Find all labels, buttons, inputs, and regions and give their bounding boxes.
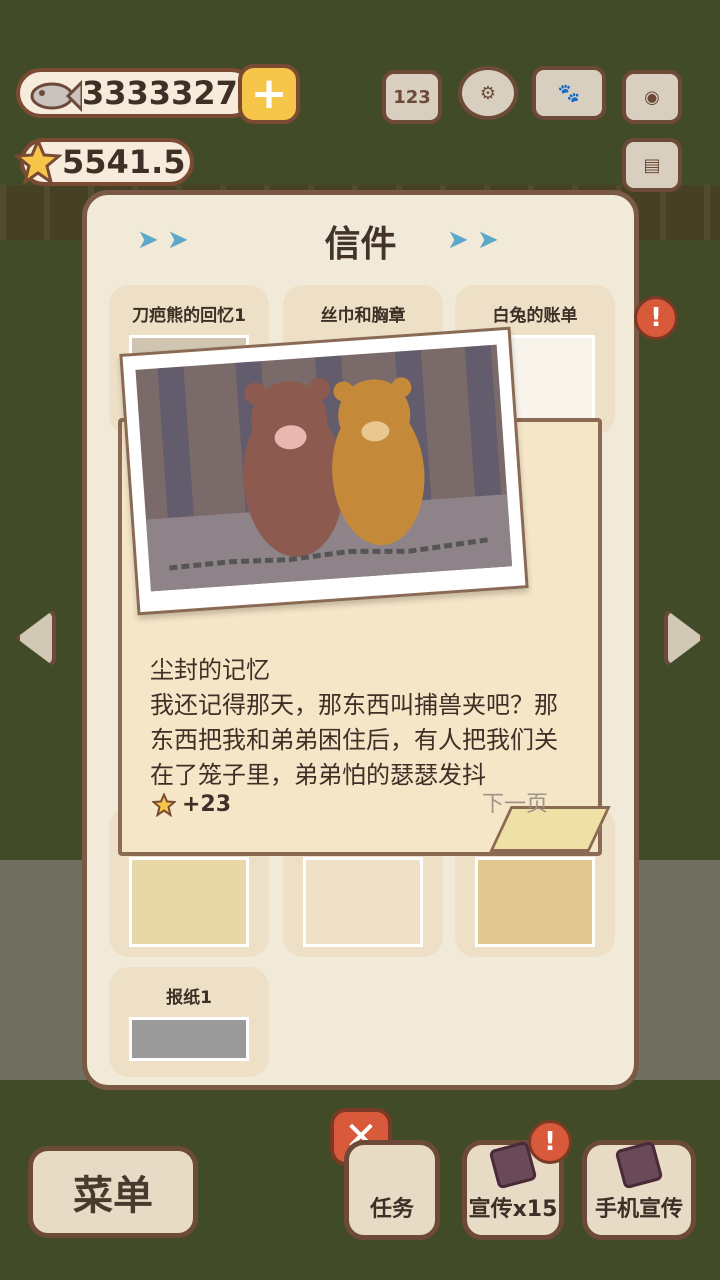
card-label: 刀疤熊的回忆1 [132, 306, 246, 326]
fish-icon [28, 76, 84, 120]
card-label: 白兔的账单 [492, 306, 578, 326]
camera-glyph: ◉ [644, 86, 660, 108]
plus-icon: + [250, 68, 288, 119]
card-thumbnail [129, 857, 249, 947]
book-icon[interactable]: 🐾 [532, 66, 606, 120]
card-thumbnail [475, 857, 595, 947]
add-currency-button[interactable]: + [238, 64, 300, 124]
star-icon [13, 137, 63, 190]
star-currency-bar: 5541.5 [13, 137, 194, 186]
alert-badge-icon: ! [528, 1120, 572, 1164]
fish-amount: 3333327 [82, 74, 238, 112]
camera-icon[interactable]: ◉ [622, 70, 682, 124]
newspaper-glyph: ▤ [643, 154, 661, 176]
ranking-label: 123 [393, 86, 431, 108]
card-label: 丝巾和胸章 [320, 306, 406, 326]
memory-photo [119, 326, 529, 616]
letter-title: 尘封的记忆 [150, 656, 270, 684]
star-icon [152, 792, 176, 817]
card-thumbnail [129, 1017, 249, 1061]
card-label: 报纸1 [166, 988, 212, 1008]
bears-illustration [145, 377, 513, 592]
letter-body: 我还记得那天，那东西叫捕兽夹吧？那东西把我和弟弟困住后，有人把我们关在了笼子里，… [150, 691, 558, 789]
alert-badge-icon: ! [634, 296, 678, 340]
newspaper-icon[interactable]: ▤ [622, 138, 682, 192]
photo-image [135, 344, 513, 592]
next-page-button[interactable]: 下一页 [482, 786, 548, 818]
panel-title: 信件 [324, 224, 397, 265]
menu-label: 菜单 [73, 1173, 153, 1219]
gear-glyph: ⚙ [479, 82, 497, 104]
phone-promote-button[interactable]: 手机宣传 [582, 1140, 696, 1240]
tasks-button[interactable]: 任务 [344, 1140, 440, 1240]
star-amount: 5541.5 [62, 143, 186, 181]
reward: +23 [152, 792, 231, 817]
book-glyph: 🐾 [557, 82, 581, 104]
letter-card[interactable]: 报纸1 [109, 967, 269, 1077]
menu-button[interactable]: 菜单 [28, 1146, 198, 1238]
settings-gear-icon[interactable]: ⚙ [458, 66, 518, 120]
reward-amount: +23 [182, 792, 232, 817]
phone-icon [614, 1140, 664, 1190]
tasks-label: 任务 [369, 1197, 414, 1222]
card-thumbnail [303, 857, 423, 947]
phone-promote-label: 手机宣传 [594, 1197, 683, 1222]
ranking-icon[interactable]: 123 [382, 70, 442, 124]
promote-label: 宣传x15 [468, 1197, 558, 1222]
fish-currency-bar: 3333327 [16, 68, 256, 118]
